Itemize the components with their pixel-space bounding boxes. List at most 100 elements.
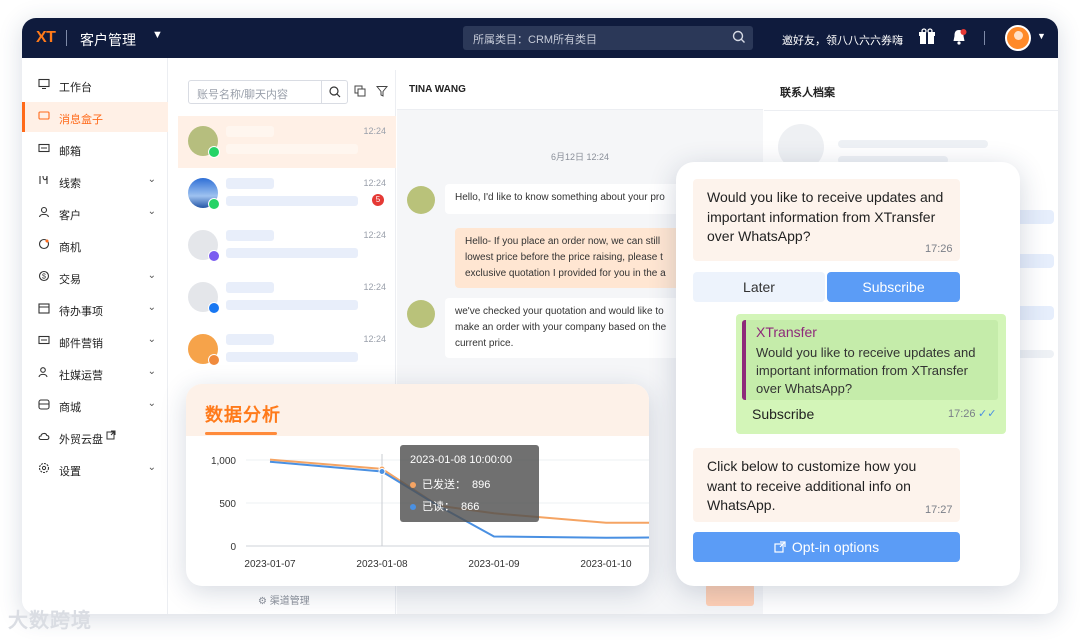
- chevron-down-icon[interactable]: ⌄: [148, 398, 156, 409]
- channel-manage-link[interactable]: ⚙ 渠道管理: [258, 592, 310, 607]
- avatar: [407, 300, 435, 328]
- conversation-time: 12:24: [363, 178, 386, 188]
- conversation-item[interactable]: 12:24 5: [178, 168, 396, 220]
- whatsapp-preview-card: Would you like to receive updates and im…: [676, 162, 1020, 586]
- placeholder-bar: [226, 300, 358, 310]
- sidebar-item-todo[interactable]: 待办事项 ⌄: [22, 294, 168, 324]
- sidebar-item-label: 商机: [59, 242, 81, 254]
- conversation-time: 12:24: [363, 334, 386, 344]
- whatsapp-message: Would you like to receive updates and im…: [693, 179, 960, 261]
- sidebar-item-label: 待办事项: [59, 306, 103, 318]
- tooltip-read-label: 已读：: [422, 501, 455, 513]
- sidebar-item-social[interactable]: 社媒运营 ⌄: [22, 358, 168, 388]
- placeholder-bar: [226, 248, 358, 258]
- category-search-placeholder: 所属类目：CRM所有类目: [473, 34, 598, 46]
- sidebar-item-mail[interactable]: 邮箱: [22, 134, 168, 164]
- opt-in-label: Opt-in options: [791, 539, 880, 555]
- logo[interactable]: XT: [36, 29, 56, 47]
- contact-name: TINA WANG: [409, 84, 466, 95]
- chevron-down-icon[interactable]: ⌄: [148, 302, 156, 313]
- top-bar: XT 客户管理 ▼ 所属类目：CRM所有类目 邀好友，领八八六六券嗨 ▼: [22, 18, 1058, 58]
- double-check-icon: ✓✓: [978, 408, 997, 420]
- chevron-down-icon[interactable]: ⌄: [148, 366, 156, 377]
- copy-icon[interactable]: [354, 84, 366, 102]
- invite-link[interactable]: 邀好友，领八八六六券嗨: [782, 32, 903, 48]
- mail-icon: [38, 142, 50, 154]
- sidebar-item-settings[interactable]: 设置 ⌄: [22, 454, 168, 484]
- whatsapp-icon: [208, 146, 220, 158]
- chevron-down-icon[interactable]: ⌄: [148, 206, 156, 217]
- y-tick-label: 0: [230, 542, 236, 553]
- app-title[interactable]: 客户管理: [80, 30, 136, 50]
- sidebar-item-label: 交易: [59, 274, 81, 286]
- sidebar-item-leads[interactable]: 线索 ⌄: [22, 166, 168, 196]
- message-text: Click below to customize how you want to…: [707, 458, 917, 513]
- whatsapp-icon: [208, 198, 220, 210]
- settings-icon: [38, 462, 50, 474]
- opportunity-icon: [38, 238, 50, 250]
- filter-icon[interactable]: [375, 84, 389, 102]
- message-time: 17:26: [925, 243, 953, 255]
- conversation-time: 12:24: [363, 230, 386, 240]
- sidebar-item-cloud[interactable]: 外贸云盘: [22, 422, 168, 452]
- tooltip-sent-label: 已发送：: [422, 479, 466, 491]
- customer-icon: [38, 206, 50, 218]
- sidebar-item-label: 客户: [59, 210, 81, 222]
- divider: [984, 31, 985, 45]
- gift-icon[interactable]: [918, 28, 936, 51]
- conversation-time: 12:24: [363, 126, 386, 136]
- tooltip-read-value: 866: [461, 501, 480, 513]
- placeholder-bar: [838, 140, 988, 148]
- sidebar-item-inbox[interactable]: 消息盒子: [22, 102, 168, 132]
- placeholder-bar: [1014, 350, 1054, 358]
- chevron-down-icon[interactable]: ⌄: [148, 334, 156, 345]
- placeholder-bar: [226, 144, 358, 154]
- social-icon: [38, 366, 50, 378]
- reply-text: Subscribe: [752, 406, 815, 422]
- opt-in-options-button[interactable]: Opt-in options: [693, 532, 960, 562]
- sidebar-item-email-marketing[interactable]: 邮件营销 ⌄: [22, 326, 168, 356]
- data-point: [378, 468, 386, 476]
- conversation-item[interactable]: 12:24: [178, 116, 396, 168]
- whatsapp-reply: XTransfer Would you like to receive upda…: [736, 314, 1006, 434]
- later-button[interactable]: Later: [693, 272, 825, 302]
- chevron-down-icon[interactable]: ⌄: [148, 174, 156, 185]
- external-link-icon[interactable]: [106, 430, 116, 443]
- conversation-item[interactable]: 12:24: [178, 272, 396, 324]
- sidebar-item-opportunity[interactable]: 商机: [22, 230, 168, 260]
- sidebar-item-transaction[interactable]: $ 交易 ⌄: [22, 262, 168, 292]
- sidebar-item-store[interactable]: 商城 ⌄: [22, 390, 168, 420]
- send-button[interactable]: [706, 584, 754, 606]
- sidebar-item-customer[interactable]: 客户 ⌄: [22, 198, 168, 228]
- placeholder-bar: [226, 334, 274, 345]
- search-button[interactable]: [321, 81, 347, 103]
- chevron-down-icon[interactable]: ⌄: [148, 462, 156, 473]
- caret-down-icon[interactable]: ▼: [1037, 31, 1046, 41]
- store-icon: [38, 398, 50, 410]
- placeholder-bar: [226, 126, 274, 137]
- conversation-search-input[interactable]: 账号名称/聊天内容: [188, 80, 348, 104]
- message-time: 17:27: [925, 504, 953, 516]
- search-icon[interactable]: [731, 29, 747, 50]
- x-tick-label: 2023-01-10: [580, 559, 632, 570]
- x-tick-label: 2023-01-07: [244, 559, 296, 570]
- caret-down-icon[interactable]: ▼: [152, 29, 163, 41]
- sidebar: 工作台 消息盒子 邮箱 线索 ⌄ 客户 ⌄ 商机 $ 交易 ⌄ 待办事项 ⌄ 邮…: [22, 58, 168, 614]
- conversation-item[interactable]: 12:24: [178, 324, 396, 376]
- bell-icon[interactable]: [950, 28, 968, 51]
- channel-manage-label: 渠道管理: [269, 596, 310, 607]
- sidebar-item-label: 商城: [59, 402, 81, 414]
- divider: [66, 30, 67, 46]
- sidebar-item-workbench[interactable]: 工作台: [22, 70, 168, 100]
- svg-text:$: $: [42, 274, 46, 281]
- sidebar-item-label: 外贸云盘: [59, 434, 103, 446]
- conversation-item[interactable]: 12:24: [178, 220, 396, 272]
- subscribe-button[interactable]: Subscribe: [827, 272, 960, 302]
- sidebar-item-label: 工作台: [59, 82, 92, 94]
- calendar-icon: [38, 302, 50, 314]
- category-search[interactable]: 所属类目：CRM所有类目: [463, 26, 753, 50]
- user-avatar[interactable]: [1005, 25, 1031, 51]
- legend-dot: [410, 504, 416, 511]
- chevron-down-icon[interactable]: ⌄: [148, 270, 156, 281]
- x-tick-label: 2023-01-09: [468, 559, 520, 570]
